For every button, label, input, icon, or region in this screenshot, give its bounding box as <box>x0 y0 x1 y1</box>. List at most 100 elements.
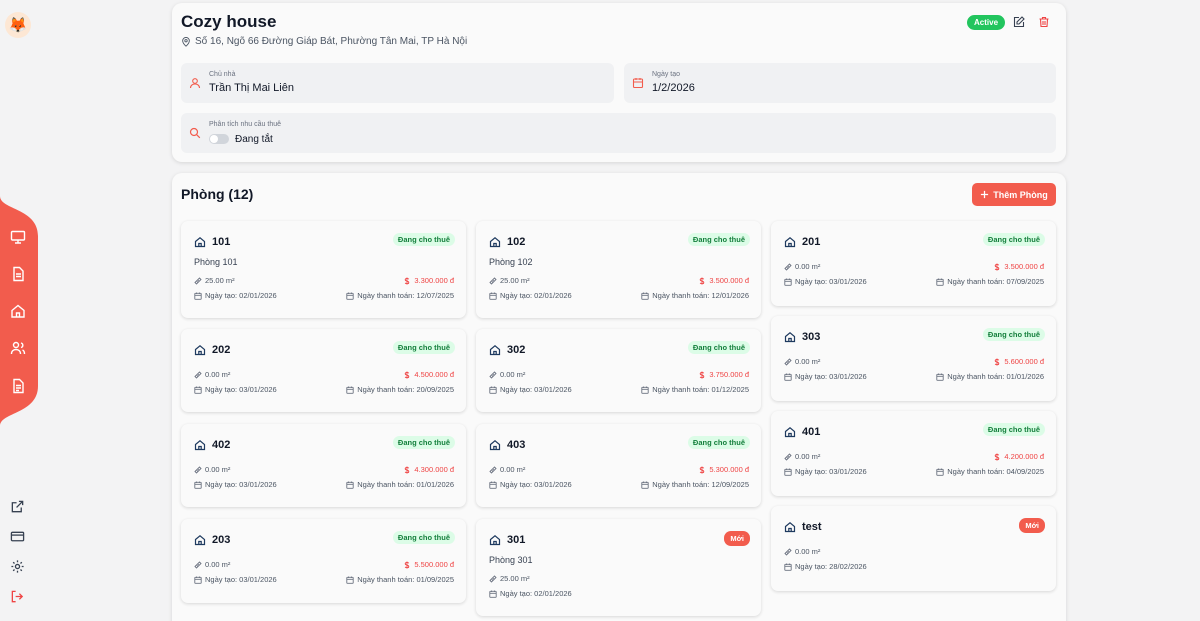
owner-label: Chủ nhà <box>209 71 236 78</box>
room-card[interactable]: 201 Đang cho thuê 0.00 m² 3.500.000 đ Ngày t… <box>771 221 1056 306</box>
created-date-field: Ngày tạo 1/2/2026 <box>624 63 1056 103</box>
room-area: 0.00 m² <box>784 357 820 366</box>
room-created-text: Ngày tạo: 03/01/2026 <box>795 372 867 381</box>
room-price: 5.500.000 đ <box>403 560 454 569</box>
calendar-icon <box>784 468 792 476</box>
room-payment-date: Ngày thanh toán: 07/09/2025 <box>936 277 1044 286</box>
room-card[interactable]: 102 Đang cho thuê Phòng 102 25.00 m² 3.500.0… <box>476 221 761 318</box>
calendar-icon <box>641 292 649 300</box>
room-name: 301 <box>489 534 525 546</box>
add-room-button[interactable]: Thêm Phòng <box>972 183 1056 206</box>
dollar-icon <box>700 466 705 473</box>
room-price: 4.300.000 đ <box>403 465 454 474</box>
room-card[interactable]: 401 Đang cho thuê 0.00 m² 4.200.000 đ Ngày t… <box>771 411 1056 496</box>
room-name: 402 <box>194 439 230 451</box>
ruler-icon <box>489 574 497 583</box>
room-status-badge: Đang cho thuê <box>687 233 750 246</box>
room-dates-row: Ngày tạo: 03/01/2026 Ngày thanh toán: 12/… <box>489 480 749 489</box>
add-room-label: Thêm Phòng <box>993 189 1048 200</box>
room-area: 25.00 m² <box>489 276 530 285</box>
room-card[interactable]: 101 Đang cho thuê Phòng 101 25.00 m² 3.300.0… <box>181 221 466 318</box>
house-header-card: Cozy house Số 16, Ngõ 66 Đường Giáp Bát,… <box>172 3 1066 162</box>
room-created-text: Ngày tạo: 03/01/2026 <box>205 480 277 489</box>
room-created: Ngày tạo: 02/01/2026 <box>489 589 572 598</box>
room-dates-row: Ngày tạo: 02/01/2026 <box>489 589 749 598</box>
room-created: Ngày tạo: 03/01/2026 <box>784 372 867 381</box>
room-card[interactable]: test Mới 0.00 m² Ngày tạo: 28/02/2026 <box>771 506 1056 591</box>
document-icon[interactable] <box>10 266 26 282</box>
room-dates-row: Ngày tạo: 03/01/2026 Ngày thanh toán: 01/… <box>194 575 454 584</box>
room-created: Ngày tạo: 02/01/2026 <box>194 291 277 300</box>
logout-icon[interactable] <box>10 589 25 604</box>
calendar-icon <box>936 278 944 286</box>
room-created: Ngày tạo: 03/01/2026 <box>489 480 572 489</box>
room-card[interactable]: 202 Đang cho thuê 0.00 m² 4.500.000 đ Ngày t… <box>181 329 466 412</box>
room-area: 0.00 m² <box>194 560 230 569</box>
credit-card-icon[interactable] <box>10 529 25 544</box>
home-icon <box>784 427 796 438</box>
home-icon <box>784 332 796 343</box>
calendar-icon <box>346 481 354 489</box>
location-pin-icon <box>182 36 190 47</box>
app-logo[interactable]: 🦊 <box>5 12 31 38</box>
room-price: 3.300.000 đ <box>403 276 454 285</box>
room-card[interactable]: 403 Đang cho thuê 0.00 m² 5.300.000 đ Ngày t… <box>476 424 761 507</box>
home-icon <box>194 440 206 451</box>
edit-house-button[interactable] <box>1013 15 1027 29</box>
ruler-icon <box>194 276 202 285</box>
room-area-text: 0.00 m² <box>500 465 526 474</box>
sidebar: 🦊 <box>0 0 38 621</box>
room-price: 3.750.000 đ <box>698 370 749 379</box>
room-created-text: Ngày tạo: 03/01/2026 <box>500 480 572 489</box>
room-area-text: 0.00 m² <box>205 370 231 379</box>
home-icon <box>194 237 206 248</box>
room-area-price-row: 0.00 m² 4.300.000 đ <box>194 465 454 474</box>
room-dates-row: Ngày tạo: 02/01/2026 Ngày thanh toán: 12/… <box>194 291 454 300</box>
dollar-icon <box>405 277 410 284</box>
delete-house-button[interactable] <box>1038 15 1052 29</box>
analysis-toggle[interactable] <box>209 134 229 144</box>
room-status-badge: Đang cho thuê <box>392 233 455 246</box>
room-card[interactable]: 402 Đang cho thuê 0.00 m² 4.300.000 đ Ngày t… <box>181 424 466 507</box>
created-value: 1/2/2026 <box>652 82 695 94</box>
room-name: 401 <box>784 426 820 438</box>
dollar-icon <box>995 358 1000 365</box>
room-name-text: 402 <box>212 439 231 451</box>
room-payment-date: Ngày thanh toán: 04/09/2025 <box>936 467 1044 476</box>
room-created-text: Ngày tạo: 02/01/2026 <box>205 291 277 300</box>
dollar-icon <box>995 453 1000 460</box>
room-name-text: test <box>802 521 822 533</box>
room-dates-row: Ngày tạo: 03/01/2026 Ngày thanh toán: 01/… <box>784 372 1044 381</box>
room-name-text: 303 <box>802 331 821 343</box>
calendar-icon <box>194 386 202 394</box>
room-card[interactable]: 302 Đang cho thuê 0.00 m² 3.750.000 đ Ngày t… <box>476 329 761 412</box>
room-created: Ngày tạo: 03/01/2026 <box>489 385 572 394</box>
room-card[interactable]: 301 Mới Phòng 301 25.00 m² Ngày tạo: 02/01/2… <box>476 519 761 616</box>
room-price-text: 4.500.000 đ <box>414 370 454 379</box>
room-card[interactable]: 303 Đang cho thuê 0.00 m² 5.600.000 đ Ngày t… <box>771 316 1056 401</box>
analysis-field: Phân tích nhu cầu thuê Đang tắt <box>181 113 1056 153</box>
ruler-icon <box>489 370 497 379</box>
room-status-badge: Đang cho thuê <box>392 531 455 544</box>
room-card[interactable]: 203 Đang cho thuê 0.00 m² 5.500.000 đ Ngày t… <box>181 519 466 603</box>
calendar-icon <box>489 292 497 300</box>
room-created-text: Ngày tạo: 02/01/2026 <box>500 291 572 300</box>
ruler-icon <box>194 370 202 379</box>
room-name: 102 <box>489 236 525 248</box>
report-icon[interactable] <box>10 378 26 394</box>
room-dates-row: Ngày tạo: 03/01/2026 Ngày thanh toán: 01/… <box>489 385 749 394</box>
gear-icon[interactable] <box>10 559 25 574</box>
room-price-text: 3.750.000 đ <box>709 370 749 379</box>
room-name-text: 202 <box>212 344 231 356</box>
room-price-text: 3.500.000 đ <box>709 276 749 285</box>
room-payment-date: Ngày thanh toán: 01/01/2026 <box>936 372 1044 381</box>
home-icon[interactable] <box>10 303 26 319</box>
room-area-text: 0.00 m² <box>500 370 526 379</box>
room-status-badge: Đang cho thuê <box>982 233 1045 246</box>
room-price-text: 3.500.000 đ <box>1004 262 1044 271</box>
room-price: 4.200.000 đ <box>993 452 1044 461</box>
external-link-icon[interactable] <box>10 499 25 514</box>
users-icon[interactable] <box>10 340 26 356</box>
calendar-icon <box>346 386 354 394</box>
dashboard-icon[interactable] <box>10 229 26 245</box>
